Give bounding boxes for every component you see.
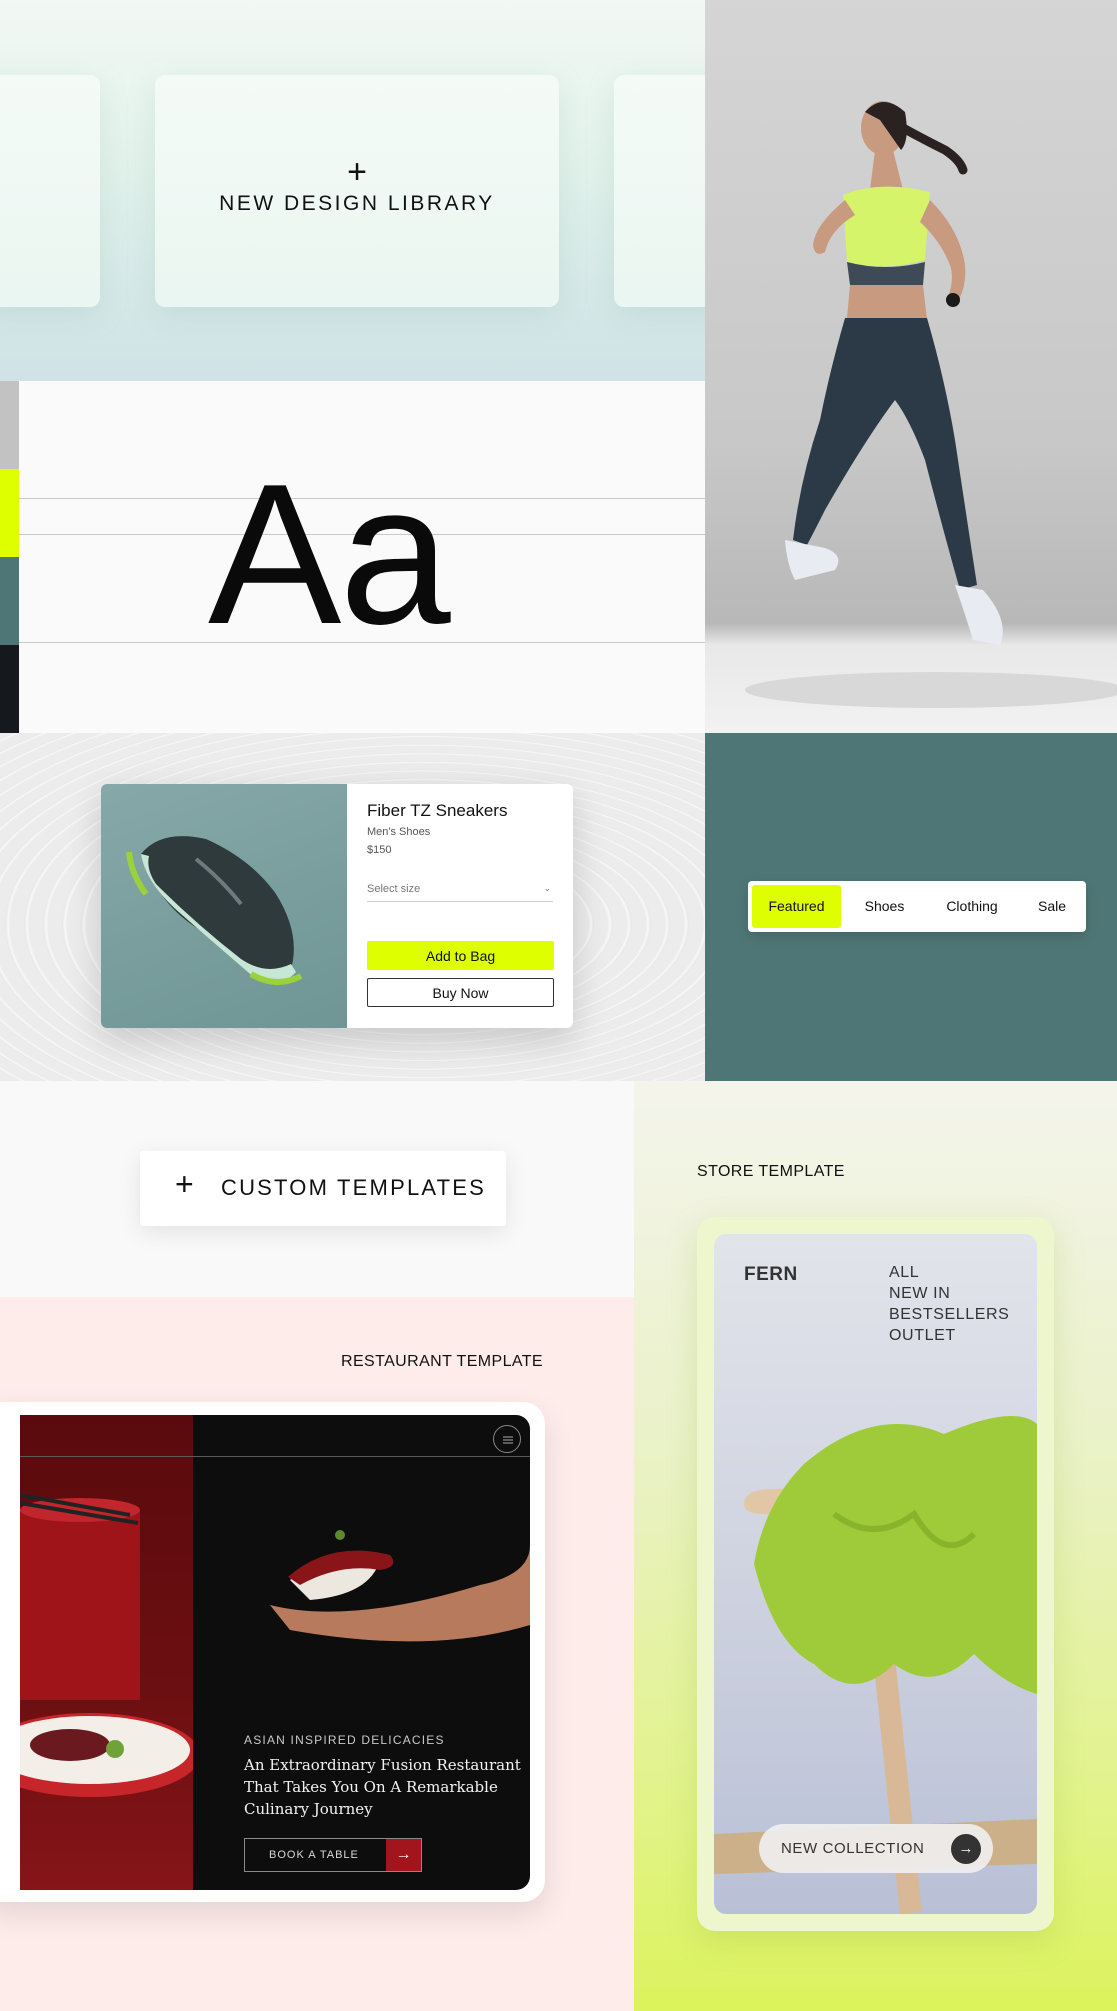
- sneaker-image: [101, 784, 347, 1028]
- custom-templates-button[interactable]: + CUSTOM TEMPLATES: [140, 1151, 506, 1226]
- menu-item-outlet[interactable]: OUTLET: [889, 1325, 1009, 1346]
- tab-sale[interactable]: Sale: [1023, 885, 1081, 928]
- arrow-right-icon: →: [951, 1834, 981, 1864]
- tab-featured[interactable]: Featured: [752, 885, 841, 928]
- color-swatch-lime: [0, 469, 19, 557]
- runner-photo: [705, 0, 1117, 733]
- tab-shoes[interactable]: Shoes: [848, 885, 921, 928]
- product-panel: Fiber TZ Sneakers Men's Shoes $150 Selec…: [0, 733, 705, 1081]
- product-subtitle: Men's Shoes: [367, 826, 431, 838]
- restaurant-kicker: ASIAN INSPIRED DELICACIES: [244, 1733, 445, 1747]
- size-select[interactable]: Select size ⌄: [367, 883, 553, 902]
- type-sample: Aa: [208, 443, 451, 666]
- store-brand: FERN: [744, 1264, 798, 1285]
- new-collection-button[interactable]: NEW COLLECTION →: [759, 1824, 993, 1873]
- store-menu: ALL NEW IN BESTSELLERS OUTLET: [889, 1262, 1009, 1346]
- plus-icon: +: [175, 1166, 194, 1202]
- arrow-right-icon: →: [386, 1839, 421, 1871]
- add-to-bag-button[interactable]: Add to Bag: [367, 941, 554, 970]
- buy-now-button[interactable]: Buy Now: [367, 978, 554, 1007]
- runner-illustration: [745, 101, 1117, 708]
- typography-panel: Aa: [0, 381, 705, 733]
- new-collection-label: NEW COLLECTION: [781, 1840, 925, 1857]
- restaurant-headline: An Extraordinary Fusion Restaurant That …: [244, 1756, 521, 1818]
- library-card-left: [0, 75, 100, 307]
- category-tab-bar: Featured Shoes Clothing Sale: [748, 881, 1086, 932]
- library-card-right: [614, 75, 705, 307]
- store-template-label: STORE TEMPLATE: [697, 1163, 845, 1180]
- custom-templates-label: CUSTOM TEMPLATES: [221, 1175, 487, 1200]
- plus-icon: +: [347, 153, 367, 191]
- design-library-panel: + NEW DESIGN LIBRARY: [0, 0, 705, 381]
- book-a-table-button[interactable]: BOOK A TABLE →: [244, 1838, 422, 1872]
- color-swatch-teal: [0, 557, 19, 645]
- octopus-dish-illustration: [20, 1493, 200, 1797]
- new-design-library-label: NEW DESIGN LIBRARY: [219, 192, 495, 215]
- menu-icon[interactable]: [493, 1425, 521, 1453]
- product-title: Fiber TZ Sneakers: [367, 801, 508, 820]
- sushi-hand-illustration: [270, 1530, 530, 1642]
- header-divider: [20, 1456, 530, 1457]
- chevron-down-icon: ⌄: [543, 883, 551, 893]
- menu-item-bestsellers[interactable]: BESTSELLERS: [889, 1304, 1009, 1325]
- restaurant-template-panel: RESTAURANT TEMPLATE ASIAN INSPIRED DELIC…: [0, 1297, 634, 2011]
- nav-tabs-panel: Featured Shoes Clothing Sale: [705, 733, 1117, 1081]
- restaurant-site-preview: ASIAN INSPIRED DELICACIES An Extraordina…: [20, 1415, 530, 1890]
- store-site-preview: FERN ALL NEW IN BESTSELLERS OUTLET NEW C…: [714, 1234, 1037, 1914]
- color-swatch-black: [0, 645, 19, 733]
- restaurant-dish-image: [20, 1415, 200, 1890]
- product-card: Fiber TZ Sneakers Men's Shoes $150 Selec…: [101, 784, 573, 1028]
- menu-item-all[interactable]: ALL: [889, 1262, 1009, 1283]
- book-a-table-label: BOOK A TABLE: [269, 1849, 359, 1861]
- hamburger-icon: [503, 1436, 513, 1444]
- new-design-library-card[interactable]: + NEW DESIGN LIBRARY: [155, 75, 559, 307]
- product-price: $150: [367, 844, 392, 856]
- custom-templates-panel: + CUSTOM TEMPLATES: [0, 1081, 634, 1297]
- restaurant-template-label: RESTAURANT TEMPLATE: [341, 1353, 544, 1370]
- menu-item-new-in[interactable]: NEW IN: [889, 1283, 1009, 1304]
- color-swatch-gray: [0, 381, 19, 469]
- store-template-panel: STORE TEMPLATE FERN ALL NEW IN BESTSELLE…: [634, 1081, 1117, 2011]
- tab-clothing[interactable]: Clothing: [926, 885, 1018, 928]
- sneaker-icon: [126, 836, 303, 985]
- size-select-placeholder: Select size: [367, 883, 421, 895]
